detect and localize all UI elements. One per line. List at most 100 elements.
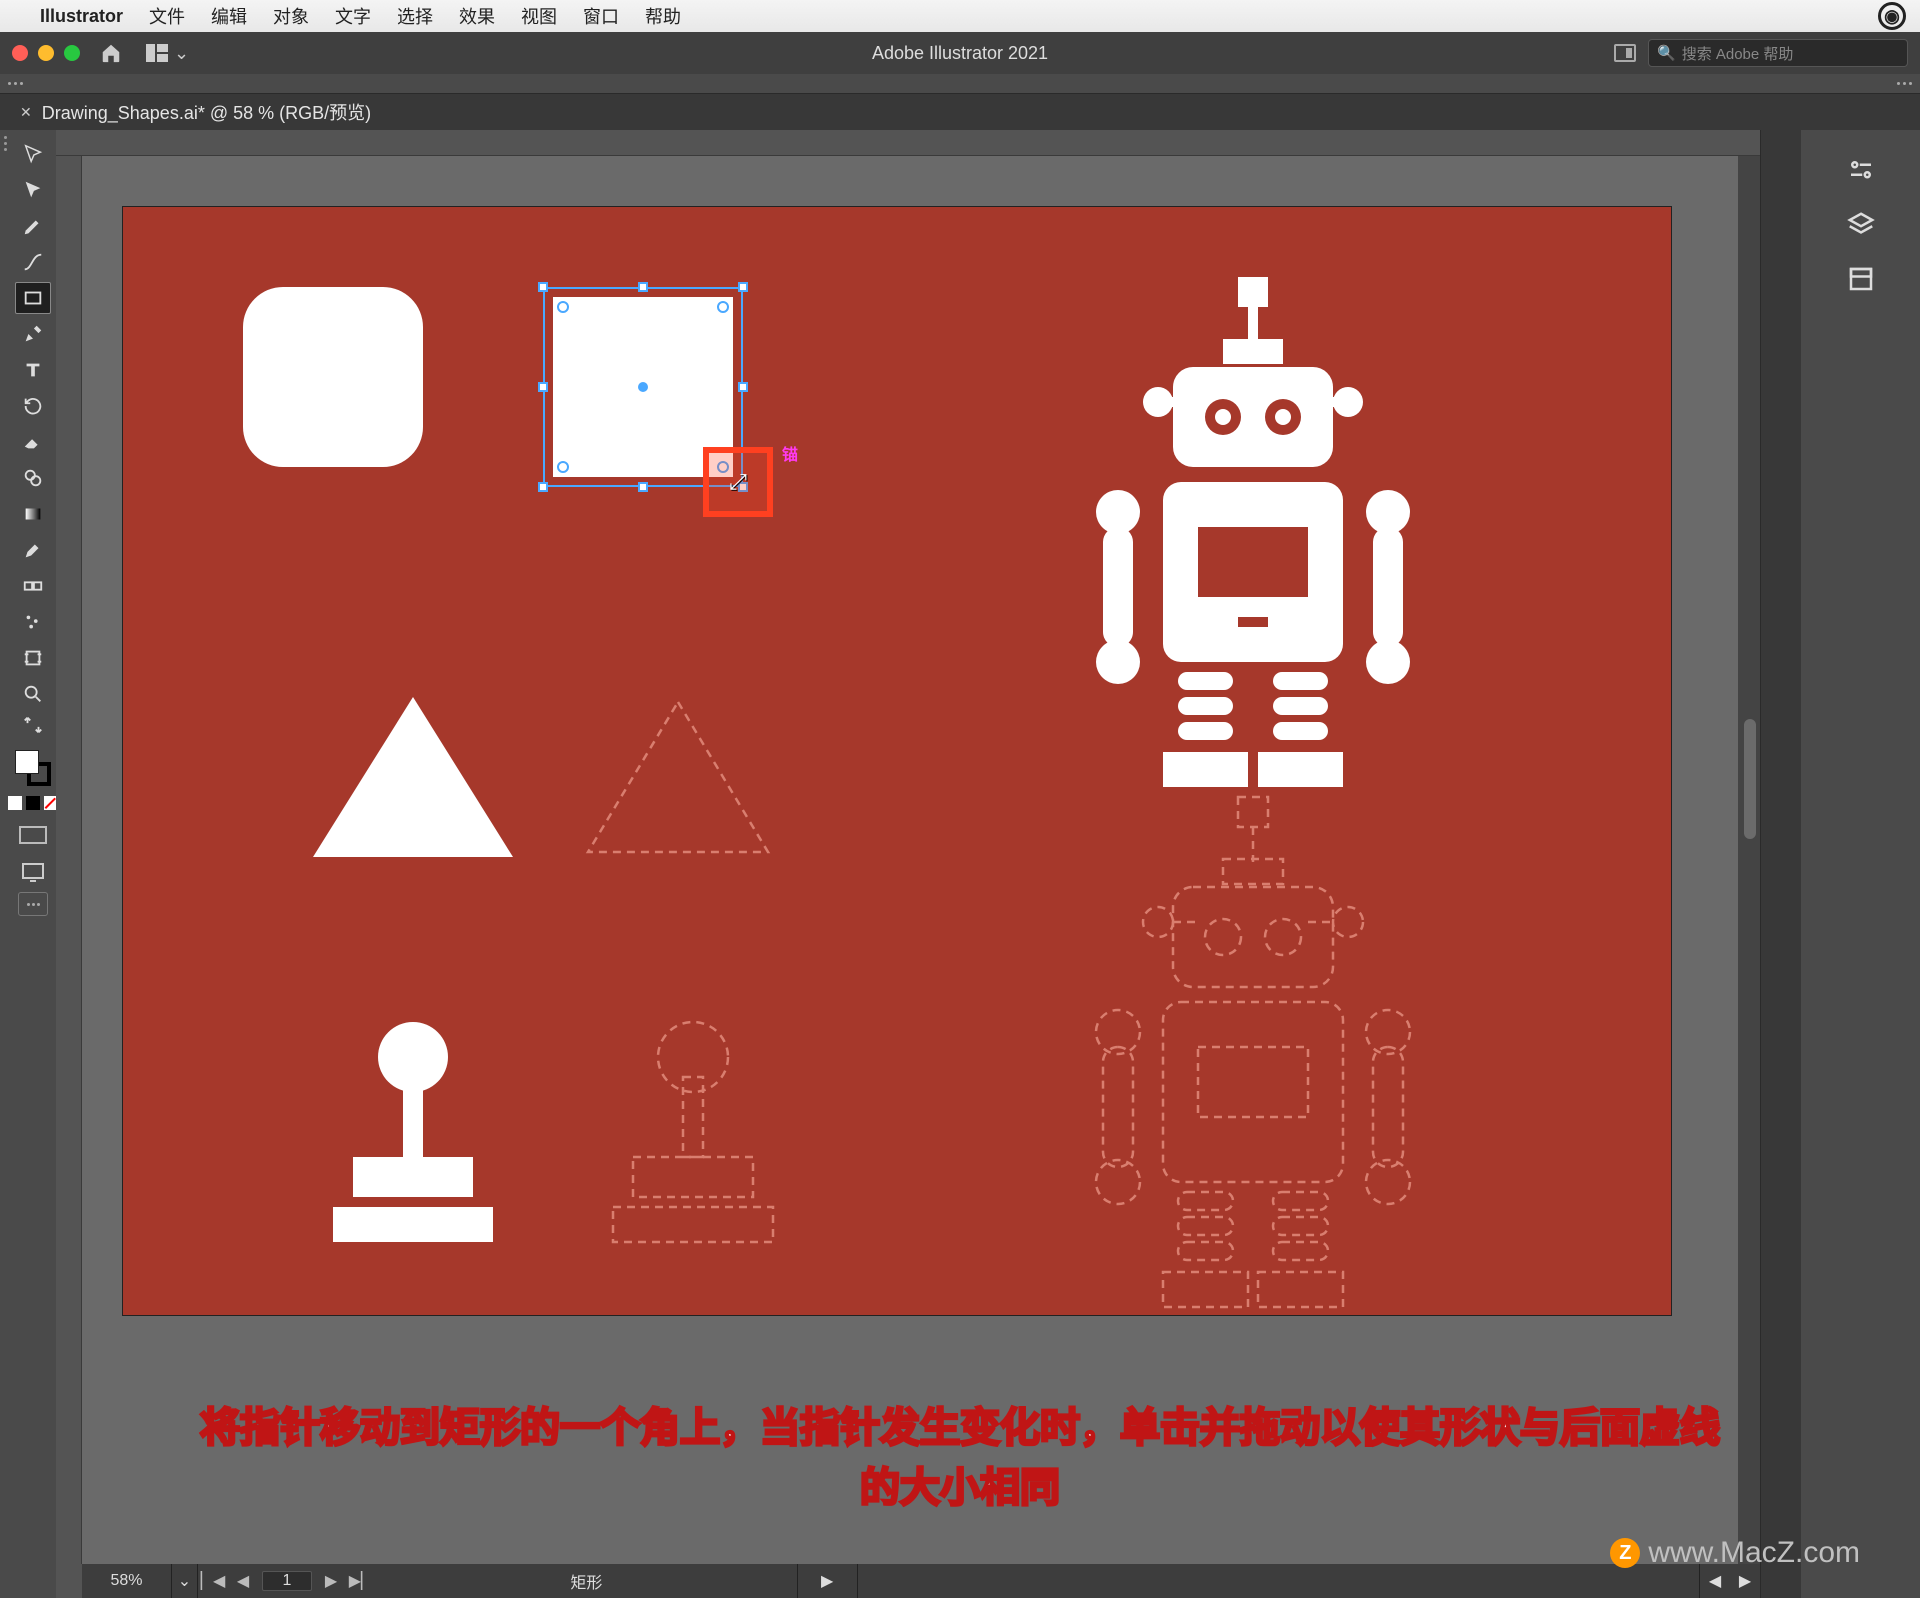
rectangle-tool[interactable]: [15, 282, 51, 314]
edit-toolbar-button[interactable]: [18, 892, 48, 916]
scroll-right-button[interactable]: ▶: [1730, 1571, 1760, 1591]
resize-handle[interactable]: [538, 282, 548, 292]
close-window-button[interactable]: [12, 45, 28, 61]
menu-file[interactable]: 文件: [149, 3, 185, 29]
selection-tool[interactable]: [15, 138, 51, 170]
resize-handle[interactable]: [738, 282, 748, 292]
app-titlebar: ⌄ Adobe Illustrator 2021 🔍 搜索 Adobe 帮助: [0, 32, 1920, 74]
artboard-number-field[interactable]: 1: [262, 1571, 312, 1591]
artboard-tool[interactable]: [15, 642, 51, 674]
scale-cursor-icon: ⤢: [729, 469, 747, 495]
libraries-panel-icon[interactable]: [1846, 264, 1876, 294]
grip-dots-right-icon[interactable]: [1897, 82, 1912, 85]
eyedropper-tool[interactable]: [15, 534, 51, 566]
chevron-down-icon: ⌄: [174, 43, 189, 64]
zoom-dropdown-icon[interactable]: ⌄: [172, 1564, 198, 1598]
canvas-area: ⤢ 锚: [56, 130, 1760, 1598]
close-tab-icon[interactable]: ✕: [20, 104, 32, 121]
blend-tool[interactable]: [15, 570, 51, 602]
watermark-text: www.MacZ.com: [1648, 1536, 1860, 1570]
next-artboard-button[interactable]: ▶: [316, 1571, 346, 1591]
fullscreen-window-button[interactable]: [64, 45, 80, 61]
color-mode-gradient[interactable]: [26, 796, 40, 810]
joystick-outline-shape[interactable]: [593, 1017, 793, 1247]
macos-menubar: Illustrator 文件 编辑 对象 文字 选择 效果 视图 窗口 帮助 ◉: [0, 0, 1920, 32]
triangle-shape[interactable]: [313, 697, 513, 857]
zoom-tool[interactable]: [15, 678, 51, 710]
minimize-window-button[interactable]: [38, 45, 54, 61]
grip-dots-icon[interactable]: [8, 82, 23, 85]
corner-widget-icon[interactable]: [717, 301, 729, 313]
fill-stroke-swatches[interactable]: [15, 750, 51, 786]
first-artboard-button[interactable]: ▏◀: [198, 1571, 228, 1591]
corner-widget-icon[interactable]: [557, 301, 569, 313]
menu-type[interactable]: 文字: [335, 3, 371, 29]
document-tab[interactable]: ✕ Drawing_Shapes.ai* @ 58 % (RGB/预览): [8, 94, 383, 130]
triangle-outline-shape[interactable]: [583, 697, 773, 857]
joystick-shape[interactable]: [313, 1017, 513, 1247]
document-tabbar: ✕ Drawing_Shapes.ai* @ 58 % (RGB/预览): [0, 94, 1920, 130]
rounded-rect-shape[interactable]: [243, 287, 423, 467]
menu-effect[interactable]: 效果: [459, 3, 495, 29]
window-controls: [12, 45, 80, 61]
robot-outline-shape[interactable]: [1043, 787, 1463, 1347]
last-artboard-button[interactable]: ▶▏: [346, 1571, 376, 1591]
zoom-level[interactable]: 58%: [82, 1564, 172, 1598]
instruction-caption: 将指针移动到矩形的一个角上，当指针发生变化时，单击并拖动以使其形状与后面虚线 的…: [50, 1398, 1870, 1518]
menu-view[interactable]: 视图: [521, 3, 557, 29]
home-icon[interactable]: [98, 42, 124, 64]
fill-stroke-swap-icon[interactable]: [15, 714, 51, 736]
ruler-horizontal[interactable]: [56, 130, 1760, 156]
ruler-vertical[interactable]: [56, 156, 82, 1564]
app-name[interactable]: Illustrator: [40, 6, 123, 27]
workspace-layout-button[interactable]: ⌄: [146, 43, 189, 64]
type-tool[interactable]: [15, 354, 51, 386]
user-account-icon[interactable]: ◉: [1878, 2, 1906, 30]
panel-dock-icon[interactable]: [1614, 44, 1636, 62]
gradient-tool[interactable]: [15, 498, 51, 530]
resize-handle[interactable]: [638, 282, 648, 292]
properties-panel-icon[interactable]: [1846, 156, 1876, 186]
scroll-left-button[interactable]: ◀: [1700, 1571, 1730, 1591]
resize-handle[interactable]: [638, 482, 648, 492]
resize-handle[interactable]: [538, 382, 548, 392]
pasteboard[interactable]: ⤢ 锚: [82, 156, 1760, 1564]
smart-guide-label: 锚: [782, 441, 798, 465]
curvature-tool[interactable]: [15, 246, 51, 278]
scrollbar-thumb[interactable]: [1744, 719, 1756, 839]
caption-line-1: 将指针移动到矩形的一个角上，当指针发生变化时，单击并拖动以使其形状与后面虚线: [50, 1398, 1870, 1458]
workspace: ⤢ 锚: [0, 130, 1920, 1598]
menu-select[interactable]: 选择: [397, 3, 433, 29]
direct-selection-tool[interactable]: [15, 174, 51, 206]
symbol-sprayer-tool[interactable]: [15, 606, 51, 638]
prev-artboard-button[interactable]: ◀: [228, 1571, 258, 1591]
menu-window[interactable]: 窗口: [583, 3, 619, 29]
tools-panel: [10, 130, 56, 1598]
shape-builder-tool[interactable]: [15, 462, 51, 494]
draw-mode-icon[interactable]: [19, 826, 47, 844]
eraser-tool[interactable]: [15, 426, 51, 458]
rotate-tool[interactable]: [15, 390, 51, 422]
help-search-field[interactable]: 🔍 搜索 Adobe 帮助: [1648, 39, 1908, 67]
resize-handle[interactable]: [538, 482, 548, 492]
watermark-logo-icon: Z: [1610, 1538, 1640, 1568]
resize-handle[interactable]: [738, 382, 748, 392]
robot-shape[interactable]: [1043, 267, 1463, 827]
menu-help[interactable]: 帮助: [645, 3, 681, 29]
corner-widget-icon[interactable]: [557, 461, 569, 473]
selected-rect-shape[interactable]: ⤢ 锚: [543, 287, 743, 487]
panel-grip-left[interactable]: [0, 130, 10, 1598]
paintbrush-tool[interactable]: [15, 318, 51, 350]
color-mode-fill[interactable]: [8, 796, 22, 810]
layers-panel-icon[interactable]: [1846, 210, 1876, 240]
menu-edit[interactable]: 编辑: [211, 3, 247, 29]
color-mode-swatches: [8, 796, 58, 810]
artboard[interactable]: ⤢ 锚: [122, 206, 1672, 1316]
pen-tool[interactable]: [15, 210, 51, 242]
horizontal-scrollbar[interactable]: [857, 1564, 1700, 1598]
menu-object[interactable]: 对象: [273, 3, 309, 29]
screen-mode-icon[interactable]: [21, 862, 45, 882]
status-indicator-icon[interactable]: ▶: [797, 1564, 857, 1598]
fill-swatch[interactable]: [15, 750, 39, 774]
vertical-scrollbar[interactable]: [1738, 156, 1760, 1564]
